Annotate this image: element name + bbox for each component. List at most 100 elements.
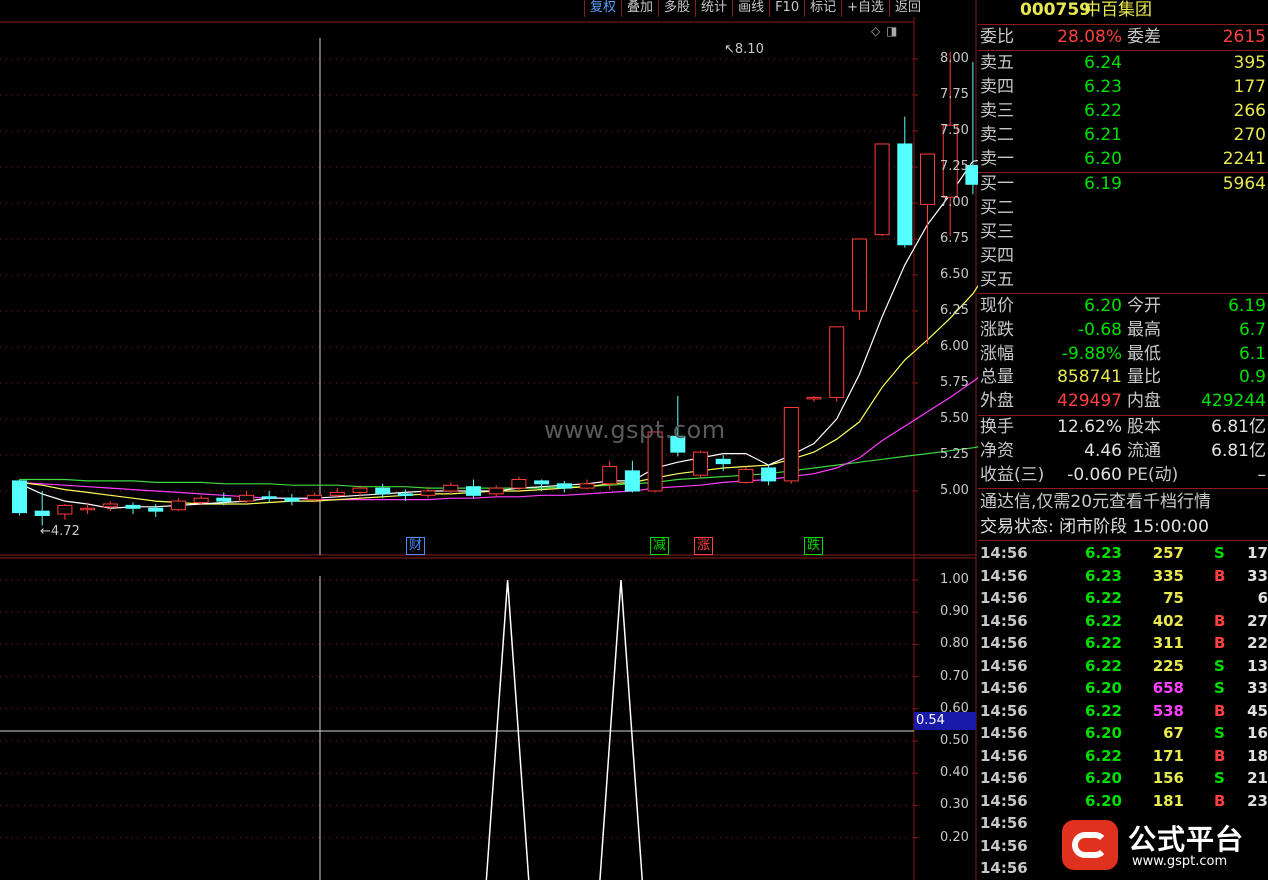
event-marker[interactable]: 涨 [694, 537, 714, 555]
row-label: 涨跌 [980, 319, 1014, 340]
indicator-cursor-value: 0.54 [914, 712, 976, 730]
row-label: 卖二 [980, 125, 1014, 145]
trade-tick-row: 14:56 6.22 402 B 27 [978, 610, 1268, 633]
toolbar-button-8[interactable]: 返回 [889, 0, 927, 17]
tick-side: B [1214, 701, 1226, 720]
row-label: 量比 [1127, 367, 1161, 388]
quote-row: 外盘 429497 内盘 429244 [978, 390, 1268, 413]
toolbar-button-7[interactable]: +自选 [841, 0, 890, 17]
row-label: 换手 [980, 417, 1014, 437]
candle-body-up [488, 487, 504, 495]
bid-row: 买五 [978, 269, 1268, 292]
row-value: 429244 [1201, 391, 1266, 412]
tick-count: 27 [1247, 611, 1268, 630]
event-marker[interactable]: 减 [650, 537, 670, 555]
panel-divider [978, 488, 1268, 489]
tick-count: 33 [1247, 566, 1268, 585]
chart-controls: ◇ ◨ [871, 24, 899, 38]
low-price-value: 4.72 [50, 524, 80, 539]
toolbar-button-1[interactable]: 叠加 [621, 0, 659, 17]
trade-tick-row: 14:56 6.22 171 B 18 [978, 745, 1268, 768]
ask-row: 卖三 6.22 266 [978, 100, 1268, 123]
event-marker[interactable]: 财 [406, 537, 426, 555]
candle-body-up [307, 494, 323, 501]
candle-body-down [216, 497, 232, 502]
row-value: 6.20 [1084, 149, 1122, 169]
tick-side: S [1214, 544, 1225, 562]
candle-body-up [193, 497, 209, 504]
row-label: 买五 [980, 270, 1014, 290]
tick-volume: 171 [1152, 746, 1184, 765]
candle-body-up [102, 503, 118, 508]
row-label: 最低 [1127, 343, 1161, 364]
indicator-tick-label: 0.80 [940, 636, 969, 652]
trade-tick-row: 14:56 6.23 257 S 17 [978, 542, 1268, 565]
row-value: 4.46 [1084, 441, 1122, 461]
tick-price: 6.22 [1084, 589, 1122, 607]
row-value: 6.21 [1084, 125, 1122, 145]
trade-tick-row: 14:56 6.22 311 B 22 [978, 632, 1268, 655]
indicator-spike [485, 579, 530, 880]
toggle-panel-icon[interactable]: ◨ [886, 24, 897, 38]
tick-side: B [1214, 791, 1226, 810]
toolbar-button-3[interactable]: 统计 [695, 0, 733, 17]
candle-body-up [829, 326, 845, 398]
tick-volume: 225 [1152, 656, 1184, 675]
tick-price: 6.20 [1084, 791, 1122, 810]
tick-time: 14:56 [980, 611, 1028, 630]
tick-time: 14:56 [980, 769, 1028, 787]
indicator-tick-label: 0.40 [940, 765, 969, 781]
row-label: 涨幅 [980, 343, 1014, 364]
tick-count: 23 [1247, 791, 1268, 810]
tick-side: S [1214, 724, 1225, 742]
tick-side: B [1214, 611, 1226, 630]
ask-row: 卖一 6.20 2241 [978, 148, 1268, 171]
logo-name: 公式平台 [1128, 823, 1245, 856]
tick-count: 45 [1247, 701, 1268, 720]
notice-text[interactable]: 通达信,仅需20元查看千档行情 [978, 491, 1268, 514]
row-label: 股本 [1127, 417, 1161, 437]
row-label: 现价 [980, 296, 1014, 316]
toolbar-button-6[interactable]: 标记 [804, 0, 842, 17]
toolbar-button-4[interactable]: 画线 [732, 0, 770, 17]
trade-tick-row: 14:56 6.23 335 B 33 [978, 565, 1268, 588]
tick-count: 13 [1247, 656, 1268, 675]
candle-body-up [170, 500, 186, 511]
tick-time: 14:56 [980, 634, 1028, 652]
event-marker[interactable]: 跌 [804, 537, 824, 555]
row-value: 6.81亿 [1211, 441, 1266, 461]
tick-time: 14:56 [980, 724, 1028, 742]
candle-body-up [57, 504, 73, 515]
tick-time: 14:56 [980, 589, 1028, 607]
indicator-tick-label: 0.70 [940, 668, 969, 684]
row-value: 6.22 [1084, 101, 1122, 121]
tick-price: 6.22 [1084, 611, 1122, 630]
candle-body-up [738, 468, 754, 483]
tick-side: B [1214, 746, 1226, 765]
tick-count: 18 [1247, 746, 1268, 765]
diamond-icon[interactable]: ◇ [871, 24, 880, 38]
candle-body-up [329, 491, 345, 496]
toolbar-button-0[interactable]: 复权 [584, 0, 622, 17]
tick-price: 6.23 [1084, 544, 1122, 562]
candle-body-down [375, 487, 391, 495]
candle-body-down [715, 458, 731, 465]
row-value: -0.68 [1078, 319, 1122, 340]
tick-volume: 181 [1152, 791, 1184, 810]
tick-time: 14:56 [980, 746, 1028, 765]
tick-volume: 156 [1152, 769, 1184, 787]
candle-body-up [579, 483, 595, 489]
row-label: 买三 [980, 222, 1014, 242]
trade-state: 交易状态: 闭市阶段 15:00:00 [980, 517, 1209, 537]
toolbar-button-5[interactable]: F10 [769, 0, 805, 17]
candle-body-up [693, 451, 708, 476]
toolbar-button-2[interactable]: 多股 [658, 0, 696, 17]
tick-side: S [1214, 656, 1225, 675]
quote-row: 现价 6.20 今开 6.19 [978, 295, 1268, 318]
tick-side: B [1214, 634, 1226, 652]
row-value: 429497 [1057, 391, 1122, 412]
trade-tick-row: 14:56 6.20 156 S 21 [978, 767, 1268, 790]
tick-count: 22 [1247, 634, 1268, 652]
kline-chart[interactable] [0, 0, 978, 880]
tick-price: 6.22 [1084, 701, 1122, 720]
